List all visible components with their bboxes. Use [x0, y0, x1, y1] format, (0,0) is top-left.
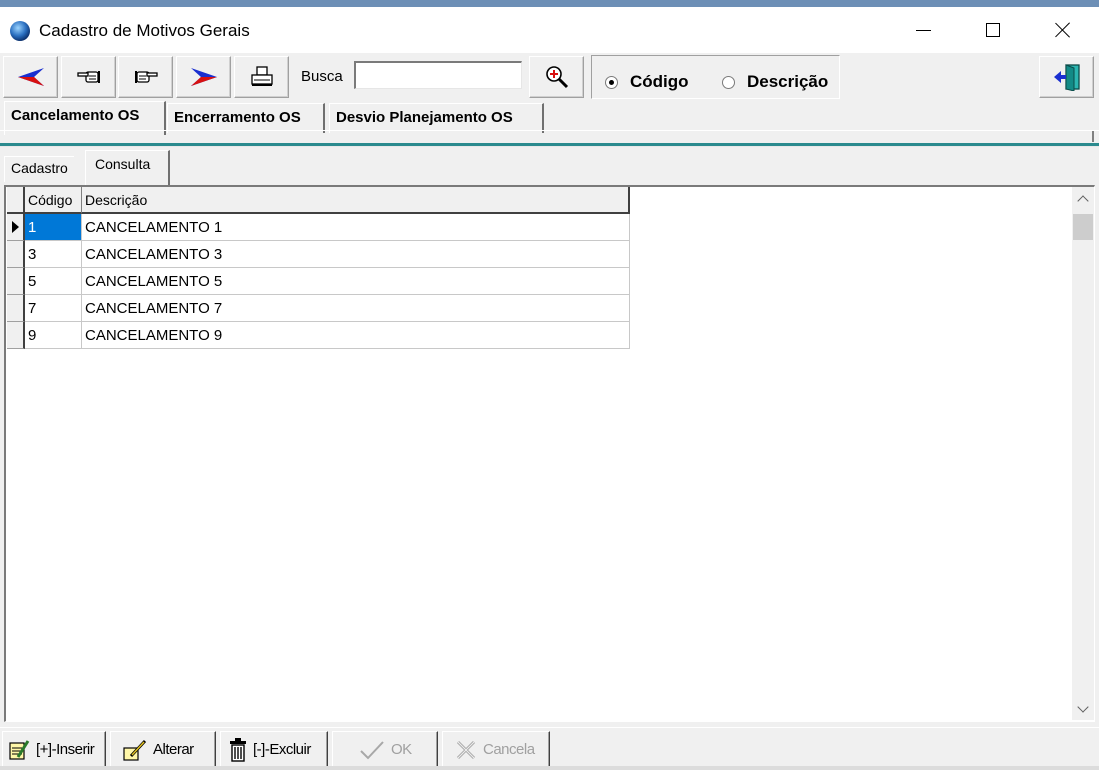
hand-right-icon: [134, 71, 158, 83]
edit-pencil-icon: [123, 739, 147, 761]
trash-icon: [229, 737, 247, 762]
maximize-icon: [986, 23, 1000, 37]
radio-descricao-dot[interactable]: [722, 75, 735, 89]
printer-icon: [250, 66, 273, 86]
cell-codigo[interactable]: 3: [25, 241, 82, 268]
minimize-button[interactable]: [888, 7, 958, 53]
cancel-x-icon: [455, 739, 477, 761]
vertical-scrollbar[interactable]: [1072, 187, 1094, 720]
cell-descricao[interactable]: CANCELAMENTO 1: [82, 214, 630, 241]
cell-codigo[interactable]: 7: [25, 295, 82, 322]
insert-button-label: [+]-Inserir: [36, 741, 95, 758]
magnifier-icon: [545, 66, 568, 89]
grid-header-indicator: [7, 187, 25, 214]
toolbar: Busca Código Descrição: [0, 53, 1099, 101]
arrow-left-icon: [17, 68, 44, 86]
minimize-icon: [915, 29, 931, 31]
cell-descricao[interactable]: CANCELAMENTO 7: [82, 295, 630, 322]
action-bar: [+]-Inserir Alterar [-]-Excluir OK Cance…: [0, 727, 1099, 770]
tab-strip-divider: [0, 130, 1099, 131]
insert-button[interactable]: [+]-Inserir: [2, 731, 106, 768]
close-button[interactable]: [1028, 7, 1098, 53]
cell-descricao[interactable]: CANCELAMENTO 9: [82, 322, 630, 349]
window-top-border: [0, 0, 1099, 7]
previous-record-button[interactable]: [61, 56, 116, 98]
tab-panel-edge: [1092, 131, 1094, 142]
grid-panel[interactable]: Código Descrição 1 CANCELAMENTO 1 3 CANC…: [4, 185, 1095, 722]
search-input[interactable]: [354, 61, 522, 89]
delete-button-label: [-]-Excluir: [253, 741, 311, 758]
search-button[interactable]: [529, 56, 584, 98]
subtab-consulta[interactable]: Consulta: [85, 150, 170, 186]
last-record-button[interactable]: [176, 56, 231, 98]
radio-codigo[interactable]: Código: [605, 72, 689, 92]
tab-desvio-planejamento-os[interactable]: Desvio Planejamento OS: [329, 103, 544, 133]
cell-descricao[interactable]: CANCELAMENTO 3: [82, 241, 630, 268]
maximize-button[interactable]: [958, 7, 1028, 53]
tab-encerramento-os[interactable]: Encerramento OS: [167, 103, 325, 133]
chevron-down-icon: [1077, 700, 1089, 713]
notepad-pencil-icon: [8, 739, 30, 761]
column-header-codigo[interactable]: Código: [25, 187, 82, 214]
ok-button-label: OK: [391, 741, 412, 758]
delete-button[interactable]: [-]-Excluir: [220, 731, 328, 768]
edit-button-label: Alterar: [153, 741, 194, 758]
cell-codigo[interactable]: 5: [25, 268, 82, 295]
search-mode-radio-group: Código Descrição: [591, 55, 840, 99]
scroll-up-button[interactable]: [1072, 187, 1094, 209]
window-title: Cadastro de Motivos Gerais: [39, 21, 250, 40]
radio-codigo-label: Código: [630, 72, 689, 91]
hand-left-icon: [76, 71, 100, 83]
search-label: Busca: [301, 68, 343, 85]
arrow-right-icon: [190, 68, 217, 86]
radio-descricao-label: Descrição: [747, 72, 829, 91]
cell-codigo[interactable]: 9: [25, 322, 82, 349]
title-bar[interactable]: Cadastro de Motivos Gerais: [0, 7, 1099, 53]
radio-descricao[interactable]: Descrição: [722, 72, 828, 92]
row-indicator: [7, 241, 25, 268]
ok-button[interactable]: OK: [332, 731, 438, 768]
subtab-cadastro[interactable]: Cadastro: [4, 156, 74, 182]
edit-button[interactable]: Alterar: [110, 731, 216, 768]
column-header-descricao[interactable]: Descrição: [82, 187, 630, 214]
cancel-button[interactable]: Cancela: [442, 731, 550, 768]
cancel-button-label: Cancela: [483, 741, 535, 758]
chevron-up-icon: [1077, 194, 1089, 207]
row-indicator: [7, 322, 25, 349]
radio-codigo-dot[interactable]: [605, 75, 618, 89]
scroll-down-button[interactable]: [1072, 698, 1094, 720]
next-record-button[interactable]: [118, 56, 173, 98]
row-indicator: [7, 268, 25, 295]
print-button[interactable]: [234, 56, 289, 98]
cell-codigo[interactable]: 1: [25, 214, 82, 241]
close-icon: [1055, 22, 1071, 38]
current-row-arrow-icon: [12, 221, 19, 233]
checkmark-icon: [359, 740, 385, 760]
row-indicator: [7, 295, 25, 322]
exit-button[interactable]: [1039, 56, 1094, 98]
app-window: Cadastro de Motivos Gerais Busca Código …: [0, 0, 1099, 770]
exit-door-icon: [1053, 64, 1080, 91]
scroll-thumb[interactable]: [1073, 214, 1093, 240]
top-tab-strip: Cancelamento OS Encerramento OS Desvio P…: [0, 101, 1099, 145]
app-globe-icon: [10, 21, 30, 41]
cell-descricao[interactable]: CANCELAMENTO 5: [82, 268, 630, 295]
row-indicator: [7, 214, 25, 241]
window-bottom-edge: [0, 766, 1099, 770]
first-record-button[interactable]: [3, 56, 58, 98]
section-divider-shadow: [0, 146, 1099, 147]
